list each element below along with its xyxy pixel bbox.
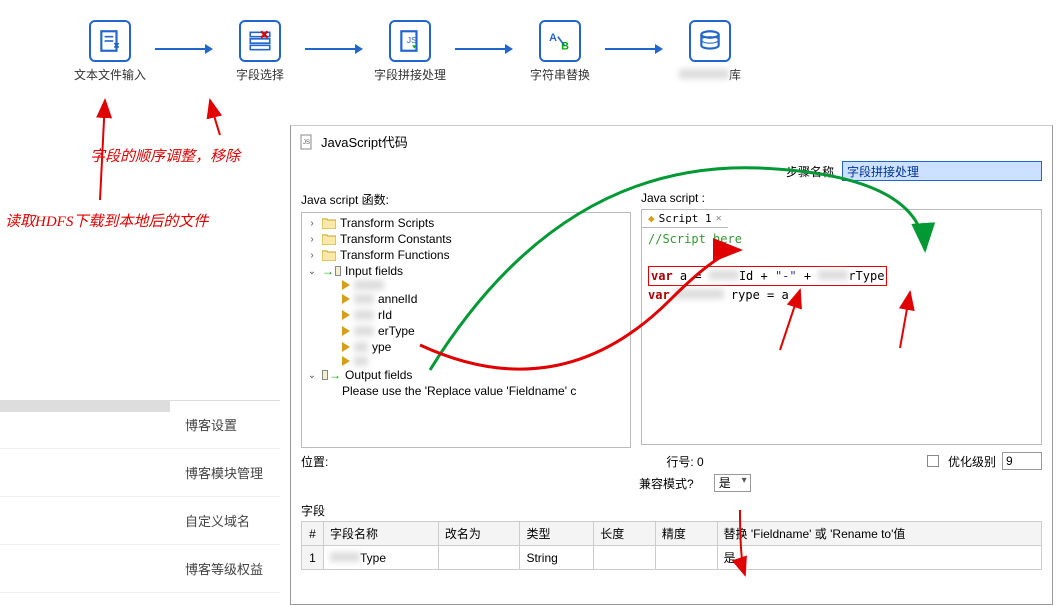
flow-label: 字符串替换 [520,66,600,83]
close-icon[interactable]: ✕ [716,213,722,224]
javascript-dialog-icon: JS [299,134,315,150]
tree-field-item[interactable]: rId [306,307,626,323]
flow-node-database[interactable]: 库 [670,20,750,83]
opt-label: 优化级别 [948,453,996,470]
tree-field-item[interactable]: ype [306,339,626,355]
flow-label: 字段选择 [220,66,300,83]
tree-output-fields[interactable]: ⌄→ Output fields [306,367,626,383]
step-name-label: 步骤名称 [786,163,834,180]
script-editor[interactable]: ◆ Script 1 ✕ //Script here var a = Id + … [641,209,1042,445]
field-marker-icon [342,326,350,336]
field-marker-icon [342,310,350,320]
svg-text:JS: JS [303,140,310,146]
annotation-field-order: 字段的顺序调整，移除 [90,145,240,166]
tree-field-item[interactable]: erType [306,323,626,339]
script-tab[interactable]: ◆ Script 1 ✕ [642,210,728,228]
flow-diagram: 文本文件输入 字段选择 JS 字段拼接处理 AB 字符串替换 库 [70,20,1041,130]
flow-node-field-select[interactable]: 字段选择 [220,20,300,83]
sidebar-item-blog-settings[interactable]: 博客设置 [0,401,280,449]
step-name-input[interactable] [842,161,1042,181]
tree-transform-scripts[interactable]: ›Transform Scripts [306,215,626,231]
tree-field-item[interactable] [306,355,626,367]
flow-node-field-concat[interactable]: JS 字段拼接处理 [370,20,450,83]
tree-field-item[interactable]: annelId [306,291,626,307]
sidebar-item-blog-modules[interactable]: 博客模块管理 [0,449,280,497]
annotation-hdfs: 读取HDFS下载到本地后的文件 [5,210,208,231]
field-marker-icon [342,280,350,290]
flow-node-text-input[interactable]: 文本文件输入 [70,20,150,83]
fields-section-label: 字段 [301,502,1042,521]
tree-field-item[interactable] [306,279,626,291]
script-tab-icon: ◆ [648,212,655,225]
compat-select[interactable]: 是 [714,474,751,492]
compat-row: 兼容模式? 是 [291,474,1052,496]
functions-panel-title: Java script 函数: [301,189,631,212]
functions-tree[interactable]: ›Transform Scripts ›Transform Constants … [301,212,631,448]
flow-label: 库 [670,66,750,83]
opt-level-input[interactable] [1002,452,1042,470]
sidebar-item-custom-domain[interactable]: 自定义域名 [0,497,280,545]
position-label: 位置: [301,453,328,470]
field-marker-icon [342,294,350,304]
script-tab-label: Script 1 [659,212,712,225]
output-fields-icon: → [322,368,341,382]
file-input-icon [89,20,131,62]
javascript-dialog: JS JavaScript代码 步骤名称 Java script 函数: ›Tr… [290,125,1053,605]
folder-icon [322,217,336,229]
dialog-title-text: JavaScript代码 [321,132,408,151]
database-icon [689,20,731,62]
folder-icon [322,233,336,245]
javascript-icon: JS [389,20,431,62]
sidebar: 博客设置 博客模块管理 自定义域名 博客等级权益 [0,400,280,593]
script-content[interactable]: //Script here var a = Id + "-" + rType v… [642,228,1041,306]
script-panel-title: Java script : [641,189,1042,209]
tree-transform-constants[interactable]: ›Transform Constants [306,231,626,247]
flow-label: 文本文件输入 [70,66,150,83]
flow-label: 字段拼接处理 [370,66,450,83]
input-fields-icon: → [322,264,341,278]
opt-checkbox[interactable] [927,455,939,467]
table-header-row: # 字段名称 改名为 类型 长度 精度 替换 'Fieldname' 或 'Re… [302,522,1042,546]
compat-label: 兼容模式? [639,475,694,492]
string-replace-icon: AB [539,20,581,62]
field-select-icon [239,20,281,62]
svg-text:A: A [549,32,557,44]
tree-output-note: Please use the 'Replace value 'Fieldname… [306,383,626,399]
line-number-label: 行号: 0 [666,453,703,470]
sidebar-item-blog-level[interactable]: 博客等级权益 [0,545,280,593]
table-row[interactable]: 1 Type String 是 [302,546,1042,570]
field-marker-icon [342,356,350,366]
field-marker-icon [342,342,350,352]
tree-transform-functions[interactable]: ›Transform Functions [306,247,626,263]
folder-icon [322,249,336,261]
svg-text:JS: JS [407,35,417,45]
flow-node-string-replace[interactable]: AB 字符串替换 [520,20,600,83]
fields-table[interactable]: # 字段名称 改名为 类型 长度 精度 替换 'Fieldname' 或 'Re… [301,521,1042,570]
tree-input-fields[interactable]: ⌄→ Input fields [306,263,626,279]
script-footer: 位置: 行号: 0 优化级别 [291,448,1052,474]
dialog-title-bar: JS JavaScript代码 [291,126,1052,157]
